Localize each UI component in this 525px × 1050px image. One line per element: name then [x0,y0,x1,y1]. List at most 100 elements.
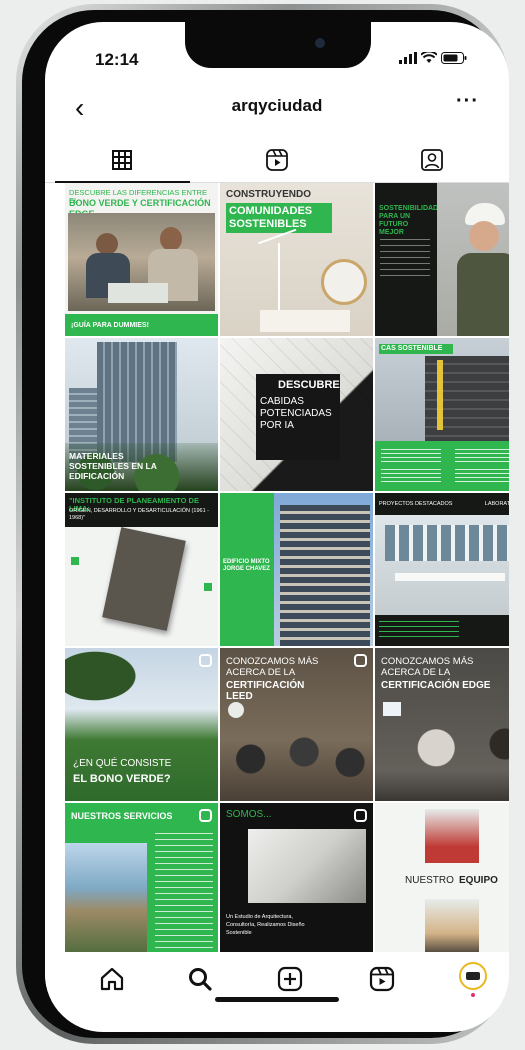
women-at-desk [375,725,509,801]
status-bar: 12:14 [45,50,509,74]
more-options-button[interactable]: ··· [456,90,479,113]
tab-grid[interactable] [45,138,200,183]
grid-icon [112,150,133,170]
reel-icon [354,809,367,822]
post-headline: COMUNIDADES SOSTENIBLES [226,203,332,233]
add-post-icon [277,966,303,992]
posts-grid: DESCUBRE LAS DIFERENCIAS ENTRE EL BONO V… [65,183,509,956]
home-indicator [215,997,339,1002]
coast-photo [65,843,147,956]
tagged-user-icon [420,149,443,171]
post-instituto-planeamiento[interactable]: "INSTITUTO DE PLANEAMIENTO DE LIMA: ORIG… [65,493,218,646]
green-marker [204,583,212,591]
post-kicker: CONOZCAMOS MÁS ACERCA DE LA [381,656,474,678]
signal-icon [399,52,417,64]
post-certificacion-leed[interactable]: CONOZCAMOS MÁS ACERCA DE LA CERTIFICACIÓ… [220,648,373,801]
tree-canopy [65,648,165,718]
search-icon [189,968,212,991]
reels-icon [369,966,395,992]
post-cas-sostenible[interactable]: CAS SOSTENIBLE [375,338,509,491]
tab-reels[interactable] [200,138,355,182]
book-image [102,527,186,631]
post-materiales-sostenibles[interactable]: MATERIALES SOSTENIBLES EN LA EDIFICACIÓN [65,338,218,491]
wind-turbine-blades [258,228,302,260]
clock-object [321,259,367,305]
reels-icon [266,149,288,171]
team-photo-bottom [425,899,479,956]
leed-badge [228,702,244,718]
post-laboratorio[interactable]: PROYECTOS DESTACADOS LABORATORIO [375,493,509,646]
profile-tabs [45,138,509,183]
post-comunidades-sostenibles[interactable]: CONSTRUYENDO COMUNIDADES SOSTENIBLES [220,183,373,336]
status-time: 12:14 [95,50,139,69]
post-somos[interactable]: SOMOS... Un Estudio de Arquitectura, Con… [220,803,373,956]
profile-username: arqyciudad [231,96,323,115]
info-panel [375,441,509,491]
model-houses [260,310,350,332]
meeting-people [220,731,373,801]
post-text-box: DESCUBRE CABIDAS POTENCIADAS POR IA [256,374,340,460]
post-headline: PROYECTOS DESTACADOS [379,501,453,507]
post-sub: EL BONO VERDE? [73,773,171,785]
status-icons [399,52,467,64]
post-footer-bar: ¡GUÍA PARA DUMMIES! [65,314,218,336]
post-headline: SOSTENIBILIDAD PARA UN FUTURO MEJOR [379,205,439,236]
post-sub: CABIDAS POTENCIADAS POR IA [260,396,332,431]
post-bold: EQUIPO [459,875,498,886]
post-kicker: CONSTRUYENDO [226,189,312,200]
team-photo-top [425,809,479,863]
home-icon [100,967,124,991]
reel-icon [199,809,212,822]
post-kicker: CONOZCAMOS MÁS ACERCA DE LA [226,656,319,678]
post-footer: ¡GUÍA PARA DUMMIES! [71,322,149,329]
office-interior [375,515,509,615]
post-body-lines [380,239,430,279]
post-sub: ORIGEN, DESARROLLO Y DESARTICULACIÓN (19… [69,508,209,521]
post-headline: ¿EN QUÉ CONSISTE [73,758,172,769]
post-headline: CAS SOSTENIBLE [379,344,453,354]
post-photo [437,183,509,336]
nav-search[interactable] [187,966,213,997]
edge-badge [383,702,401,716]
screen: 12:14 ‹ arqyciudad ··· DESCUBRE LAS DIFE… [45,22,509,1032]
post-headline: EDIFICIO MIXTO JORGE CHAVEZ [223,559,270,572]
nav-reels[interactable] [369,966,395,997]
profile-avatar [459,962,487,990]
nav-profile[interactable] [459,962,487,997]
reel-icon [199,654,212,667]
post-sub: LABORATORIO [484,501,509,507]
post-cabidas-ia[interactable]: DESCUBRE CABIDAS POTENCIADAS POR IA [220,338,373,491]
building-facade [280,505,370,646]
building-yellow-stripe [437,360,443,430]
post-sub: Un Estudio de Arquitectura, Consultoría,… [226,914,305,936]
wifi-icon [421,52,437,63]
post-headline: CERTIFICACIÓN EDGE [381,680,491,691]
nav-home[interactable] [99,966,125,997]
post-photo [68,213,215,311]
post-headline: NUESTROS SERVICIOS [71,811,173,821]
post-nuestro-equipo[interactable]: NUESTRO EQUIPO [375,803,509,956]
post-nuestros-servicios[interactable]: NUESTROS SERVICIOS [65,803,218,956]
post-headline: DESCUBRE [278,379,340,391]
nav-create[interactable] [277,966,303,997]
post-certificacion-edge[interactable]: CONOZCAMOS MÁS ACERCA DE LA CERTIFICACIÓ… [375,648,509,801]
green-marker [71,557,79,565]
front-camera [315,38,325,48]
post-headline: CERTIFICACIÓN LEED [226,680,305,702]
phone-frame: 12:14 ‹ arqyciudad ··· DESCUBRE LAS DIFE… [16,4,509,1044]
notification-dot [471,993,475,997]
post-caption: MATERIALES SOSTENIBLES EN LA EDIFICACIÓN [69,451,157,481]
post-edificio-jorge-chavez[interactable]: EDIFICIO MIXTO JORGE CHAVEZ [220,493,373,646]
post-sostenibilidad-futuro[interactable]: SOSTENIBILIDAD PARA UN FUTURO MEJOR [375,183,509,336]
post-bono-verde-edge[interactable]: DESCUBRE LAS DIFERENCIAS ENTRE EL BONO V… [65,183,218,336]
tab-tagged[interactable] [354,138,509,182]
post-bono-verde[interactable]: ¿EN QUÉ CONSISTE EL BONO VERDE? [65,648,218,801]
post-bottom-band [375,615,509,646]
reel-icon [354,654,367,667]
service-list [155,833,213,948]
interior-photo [248,829,366,903]
profile-header: ‹ arqyciudad ··· [45,90,509,130]
post-headline: SOMOS... [226,809,272,820]
bottom-nav [45,952,509,1012]
post-headline: NUESTRO [405,875,454,886]
